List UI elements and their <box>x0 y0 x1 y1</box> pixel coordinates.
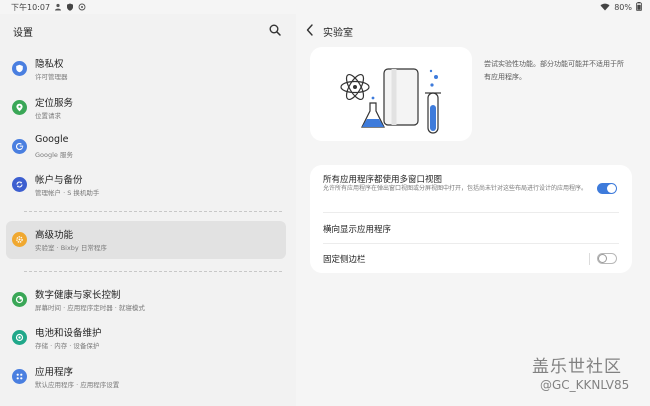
toggle-separator <box>589 253 590 265</box>
chevron-left-icon <box>306 24 313 36</box>
battery-care-icon <box>12 330 27 345</box>
apps-icon <box>12 369 27 384</box>
battery-level: 80% <box>614 3 632 12</box>
atom-icon <box>340 73 370 101</box>
settings-item-privacy[interactable]: 隐私权 许可管理器 <box>6 50 286 88</box>
page-title: 实验室 <box>323 28 353 39</box>
settings-item-subtitle: 许可管理器 <box>35 73 68 81</box>
settings-item-battery-care[interactable]: 电池和设备维护 存储 · 内存 · 设备保护 <box>6 319 286 357</box>
test-tube-icon <box>425 69 441 134</box>
option-landscape-apps[interactable]: 横向显示应用程序 <box>323 223 391 235</box>
toggle-knob <box>607 184 616 193</box>
labs-illustration <box>310 47 472 141</box>
toggle-knob <box>598 254 607 263</box>
settings-item-subtitle: 默认应用程序 · 应用程序设置 <box>35 381 120 389</box>
settings-item-subtitle: 实验室 · Bixby 日常程序 <box>35 244 107 252</box>
settings-item-title: 定位服务 <box>35 98 74 109</box>
watermark-handle: @GC_KKNLV85 <box>540 378 630 392</box>
section-divider <box>24 271 282 272</box>
settings-item-location[interactable]: 定位服务 位置请求 <box>6 89 286 127</box>
settings-item-advanced-features[interactable]: 高级功能 实验室 · Bixby 日常程序 <box>6 221 286 259</box>
search-button[interactable] <box>268 22 282 36</box>
settings-item-subtitle: 位置请求 <box>35 112 61 120</box>
settings-title: 设置 <box>13 28 33 39</box>
settings-list-panel: 设置 隐私权 许可管理器 定位服务 位置请求 Google Google 服务 … <box>0 14 296 406</box>
labs-description: 尝试实验性功能。部分功能可能并不适用于所有应用程序。 <box>484 60 624 81</box>
settings-item-subtitle: Google 服务 <box>35 151 73 159</box>
settings-item-title: Google <box>35 134 69 145</box>
search-icon <box>269 24 281 36</box>
settings-item-title: 高级功能 <box>35 230 74 241</box>
labs-options-card: 所有应用程序都使用多窗口视图 允许所有应用程序在弹出窗口视图或分屏视图中打开，包… <box>310 165 632 273</box>
section-divider <box>24 211 282 212</box>
settings-item-subtitle: 屏幕时间 · 应用程序定时器 · 就寝模式 <box>35 304 145 312</box>
settings-item-subtitle: 管理帐户 · S 换机助手 <box>35 189 100 197</box>
status-bar: 下午10:07 80% <box>0 0 650 14</box>
gear-plus-icon <box>12 232 27 247</box>
wellbeing-icon <box>12 292 27 307</box>
panel-board-icon <box>383 68 419 126</box>
sync-icon <box>12 177 27 192</box>
flask-icon <box>361 96 385 128</box>
settings-item-digital-wellbeing[interactable]: 数字健康与家长控制 屏幕时间 · 应用程序定时器 · 就寝模式 <box>6 281 286 319</box>
settings-item-title: 帐户与备份 <box>35 175 83 186</box>
status-time: 下午10:07 <box>11 3 51 12</box>
option-title: 固定侧边栏 <box>323 255 366 265</box>
settings-item-title: 应用程序 <box>35 367 74 378</box>
settings-item-title: 电池和设备维护 <box>35 328 102 339</box>
settings-item-title: 数字健康与家长控制 <box>35 290 121 301</box>
back-button[interactable] <box>304 22 316 36</box>
settings-item-google[interactable]: Google Google 服务 <box>6 128 286 166</box>
google-icon <box>12 139 27 154</box>
person-icon <box>54 3 62 13</box>
settings-item-title: 隐私权 <box>35 59 64 70</box>
settings-item-subtitle: 存储 · 内存 · 设备保护 <box>35 342 100 350</box>
watermark-community: 盖乐世社区 <box>532 357 622 377</box>
row-divider <box>323 212 619 213</box>
settings-item-accounts-backup[interactable]: 帐户与备份 管理帐户 · S 换机助手 <box>6 166 286 204</box>
option-subtitle: 允许所有应用程序在弹出窗口视图或分屏视图中打开，包括尚未针对这些布局进行设计的应… <box>323 185 588 192</box>
location-icon <box>12 100 27 115</box>
settings-item-apps[interactable]: 应用程序 默认应用程序 · 应用程序设置 <box>6 358 286 396</box>
battery-icon <box>636 2 642 13</box>
nfc-icon <box>78 3 86 13</box>
shield-icon <box>12 61 27 76</box>
labs-detail-panel: 实验室 尝试实验性功能。部分功能可能并不适用于所有应用程序。 所有应用程序都使用… <box>296 14 650 406</box>
row-divider <box>323 243 619 244</box>
wifi-icon <box>600 3 610 13</box>
multiwindow-toggle[interactable] <box>597 183 617 194</box>
pin-sidebar-toggle[interactable] <box>597 253 617 264</box>
shield-status-icon <box>66 3 74 13</box>
